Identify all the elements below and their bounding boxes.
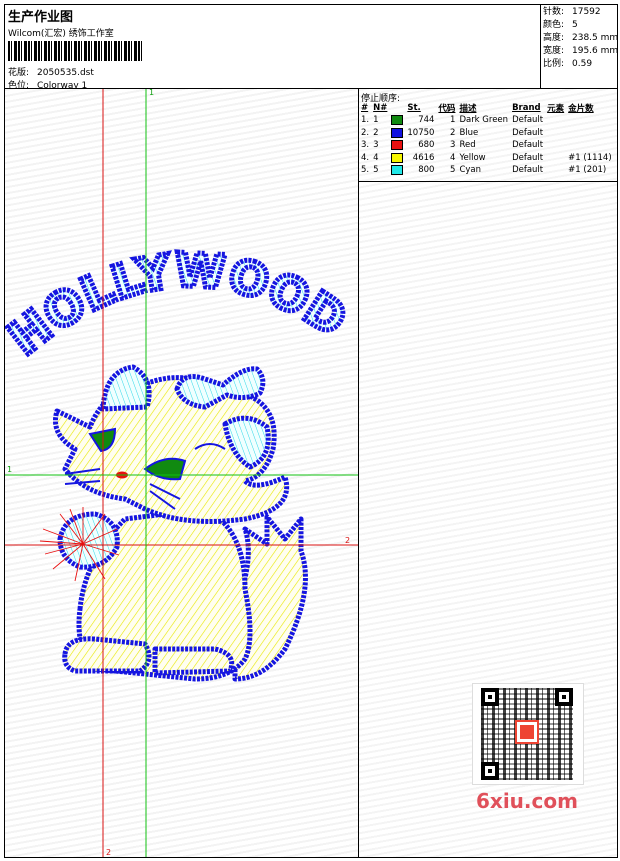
cell-idx: 3. [361,140,370,151]
axis-label-h1: 1 [7,465,12,474]
table-row: 1. 1 744 1 Dark Green Default [359,114,614,127]
cell-desc: Yellow [459,152,486,163]
table-row: 2. 2 10750 2 Blue Default [359,127,614,140]
cell-desc: Red [459,140,476,151]
color-swatch [391,127,404,138]
embroidery-design: HOLLYWOOD [5,89,358,857]
stat-stitches: 针数: 17592 [543,7,601,17]
col-sequins: 金片数 [568,104,594,114]
color-swatch [391,152,404,163]
col-desc: 描述 [459,104,477,114]
qr-finder [481,688,499,706]
design-value: 2050535.dst [37,68,94,78]
cell-desc: Dark Green [459,115,509,126]
axis-label-v2: 2 [106,848,111,857]
table-header-row: # N# St. 代码 描述 Brand 元素 金片数 [359,102,614,114]
cell-brand: Default [512,152,544,163]
cell-desc: Cyan [459,165,481,176]
color-swatch-cell [389,114,405,127]
cell-idx: 2. [361,127,370,138]
cell-n: 4 [373,152,379,163]
cell-desc: Blue [459,127,479,138]
cell-code: 2 [450,127,456,138]
color-swatch-cell [389,127,405,140]
cell-elem [545,139,566,152]
table-row: 4. 4 4616 4 Yellow Default #1 (1114) [359,152,614,165]
qr-finder [481,762,499,780]
qr-logo [515,720,539,744]
design-preview: HOLLYWOOD [5,89,358,857]
cell-idx: 5. [361,165,370,176]
cell-idx: 1. [361,115,370,126]
cell-elem [545,114,566,127]
watermark-logo: 6xiu.com [476,789,578,813]
cell-n: 1 [373,115,379,126]
header-divider [540,4,541,88]
cell-brand: Default [512,165,544,176]
cell-st: 10750 [407,127,435,138]
design-label: 花版: [8,68,30,78]
table-bottom-line [359,181,617,182]
color-swatch-cell [389,139,405,152]
cell-elem [545,164,566,177]
color-swatch [391,115,404,125]
stop-sequence-table: # N# St. 代码 描述 Brand 元素 金片数 1. 1 744 1 Dark … [359,102,614,177]
page-title: 生产作业图 [8,10,74,25]
cell-n: 5 [373,165,379,176]
cell-code: 4 [450,152,456,163]
col-index: # [361,103,369,113]
cell-seq: #1 (1114) [568,152,612,163]
col-brand: Brand [512,103,541,113]
cell-st: 680 [418,140,435,151]
color-swatch-cell [389,152,405,165]
cell-seq: #1 (201) [568,165,607,176]
barcode [8,41,144,61]
cell-elem [545,152,566,165]
cat-figure [53,364,308,682]
cell-brand: Default [512,127,544,138]
cell-st: 744 [418,115,435,126]
col-stitches: St. [407,103,421,113]
cell-brand: Default [512,140,544,151]
axis-label-h2: 2 [345,536,350,545]
color-swatch-cell [389,164,405,177]
cell-st: 4616 [412,152,435,163]
col-swatch [389,102,405,114]
cell-elem [545,127,566,140]
cell-brand: Default [512,115,544,126]
cell-code: 5 [450,165,456,176]
axis-label-v1: 1 [149,89,154,97]
stat-width: 宽度: 195.6 mm [543,46,619,56]
header: 生产作业图 Wilcom(汇宏) 绣饰工作室 花版: 2050535.dst 色位… [4,4,540,91]
cell-seq [566,139,614,152]
color-swatch [391,165,404,175]
col-element: 元素 [547,104,565,114]
color-swatch [391,140,404,150]
stat-height: 高度: 238.5 mm [543,33,619,43]
qr-code [472,683,584,785]
cell-idx: 4. [361,152,370,163]
design-lettering: HOLLYWOOD [5,242,357,365]
cell-code: 3 [450,140,456,151]
stat-colors: 颜色: 5 [543,20,578,30]
cell-seq [566,114,614,127]
col-code: 代码 [438,104,456,114]
qr-finder [555,688,573,706]
design-file-row: 花版: 2050535.dst [8,65,94,78]
cell-code: 1 [450,115,456,126]
table-row: 3. 3 680 3 Red Default [359,139,614,152]
cell-n: 3 [373,140,379,151]
stats-panel: 针数: 17592 颜色: 5 高度: 238.5 mm 宽度: 195.6 mm 比例… [543,6,618,71]
stat-scale: 比例: 0.59 [543,59,593,69]
cell-st: 800 [418,165,435,176]
cell-n: 2 [373,127,379,138]
company-name: Wilcom(汇宏) 绣饰工作室 [8,29,114,39]
cell-seq [566,127,614,140]
table-row: 5. 5 800 5 Cyan Default #1 (201) [359,164,614,177]
col-needle: N# [373,103,388,113]
